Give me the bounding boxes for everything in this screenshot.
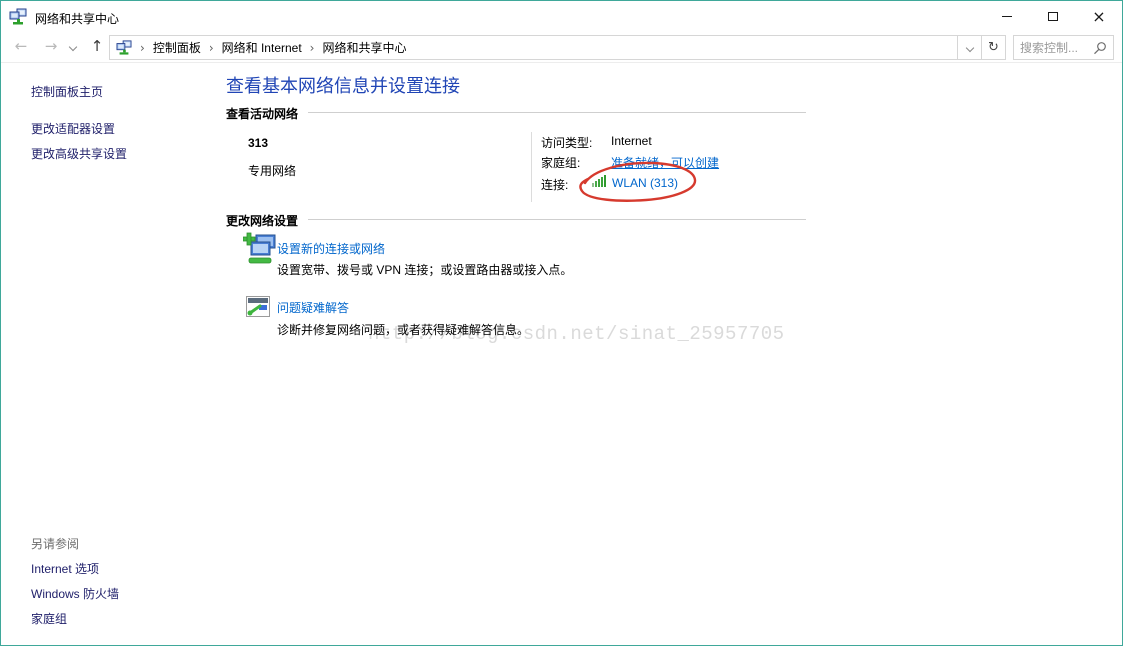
homegroup-label: 家庭组: [541, 154, 580, 171]
window-title: 网络和共享中心 [35, 10, 119, 27]
sidebar-item-change-advanced-sharing[interactable]: 更改高级共享设置 [31, 145, 127, 162]
breadcrumb-network-and-internet[interactable]: 网络和 Internet [222, 39, 302, 56]
vertical-divider [531, 132, 532, 202]
breadcrumb-separator-icon: › [310, 41, 315, 55]
sidebar-item-internet-options[interactable]: Internet 选项 [31, 560, 99, 577]
minimize-icon [1002, 16, 1012, 17]
close-button[interactable]: × [1076, 1, 1122, 32]
breadcrumb-separator-icon: › [209, 41, 214, 55]
section-divider [308, 219, 806, 220]
search-icon[interactable] [1093, 41, 1107, 58]
wifi-signal-bars-icon [592, 175, 608, 190]
breadcrumb-separator-icon: › [140, 41, 145, 55]
sidebar-item-control-panel-home[interactable]: 控制面板主页 [31, 83, 103, 100]
window-controls: × [984, 1, 1122, 32]
minimize-button[interactable] [984, 1, 1030, 32]
breadcrumb-network-icon [116, 40, 132, 55]
navigation-toolbar: ← → ↑ › 控制面板 › 网络和 Internet › 网络和共享中心 [1, 32, 1122, 63]
connections-label: 连接: [541, 176, 568, 193]
address-bar-buttons: ↻ [957, 36, 1005, 59]
setup-new-connection-description: 设置宽带、拨号或 VPN 连接；或设置路由器或接入点。 [277, 261, 572, 278]
troubleshoot-problems-link[interactable]: 问题疑难解答 [277, 299, 349, 316]
refresh-icon: ↻ [988, 40, 999, 55]
search-input[interactable] [1020, 41, 1092, 55]
change-network-settings-header: 更改网络设置 [226, 212, 298, 229]
setup-new-connection-link[interactable]: 设置新的连接或网络 [277, 240, 385, 257]
network-sharing-center-window: 网络和共享中心 × ← → ↑ › 控制面板 [0, 0, 1123, 646]
page-title: 查看基本网络信息并设置连接 [226, 72, 460, 98]
address-dropdown-button[interactable] [957, 36, 981, 59]
back-arrow-icon[interactable]: ← [10, 37, 32, 55]
network-type: 专用网络 [248, 162, 296, 179]
active-networks-section-header: 查看活动网络 [226, 105, 298, 122]
close-icon: × [1092, 9, 1105, 25]
chevron-down-icon [965, 43, 973, 51]
breadcrumb-network-sharing-center[interactable]: 网络和共享中心 [322, 39, 406, 56]
up-arrow-icon[interactable]: ↑ [86, 37, 108, 55]
section-divider [308, 112, 806, 113]
wlan-link-label: WLAN (313) [612, 176, 678, 190]
troubleshoot-problems-description: 诊断并修复网络问题，或者获得疑难解答信息。 [277, 321, 529, 338]
wlan-connection-link[interactable]: WLAN (313) [592, 175, 678, 190]
sidebar-item-homegroup[interactable]: 家庭组 [31, 610, 67, 627]
title-bar: 网络和共享中心 × [1, 1, 1122, 32]
sidebar-item-windows-firewall[interactable]: Windows 防火墙 [31, 585, 119, 602]
sidebar-item-change-adapter-settings[interactable]: 更改适配器设置 [31, 120, 115, 137]
troubleshoot-icon[interactable] [246, 296, 270, 320]
new-connection-icon[interactable] [243, 232, 277, 267]
access-type-label: 访问类型: [541, 134, 592, 151]
access-type-value: Internet [611, 134, 652, 148]
address-bar[interactable]: › 控制面板 › 网络和 Internet › 网络和共享中心 ↻ [109, 35, 1006, 60]
refresh-button[interactable]: ↻ [981, 36, 1005, 59]
breadcrumb-control-panel[interactable]: 控制面板 [153, 39, 201, 56]
app-network-icon [9, 8, 27, 28]
recent-pages-chevron-icon[interactable] [69, 43, 77, 51]
forward-arrow-icon[interactable]: → [40, 37, 62, 55]
search-box [1013, 35, 1114, 60]
network-name: 313 [248, 136, 268, 150]
maximize-button[interactable] [1030, 1, 1076, 32]
homegroup-ready-link[interactable]: 准备就绪，可以创建 [611, 154, 719, 171]
maximize-icon [1048, 12, 1058, 21]
see-also-header: 另请参阅 [31, 535, 79, 552]
